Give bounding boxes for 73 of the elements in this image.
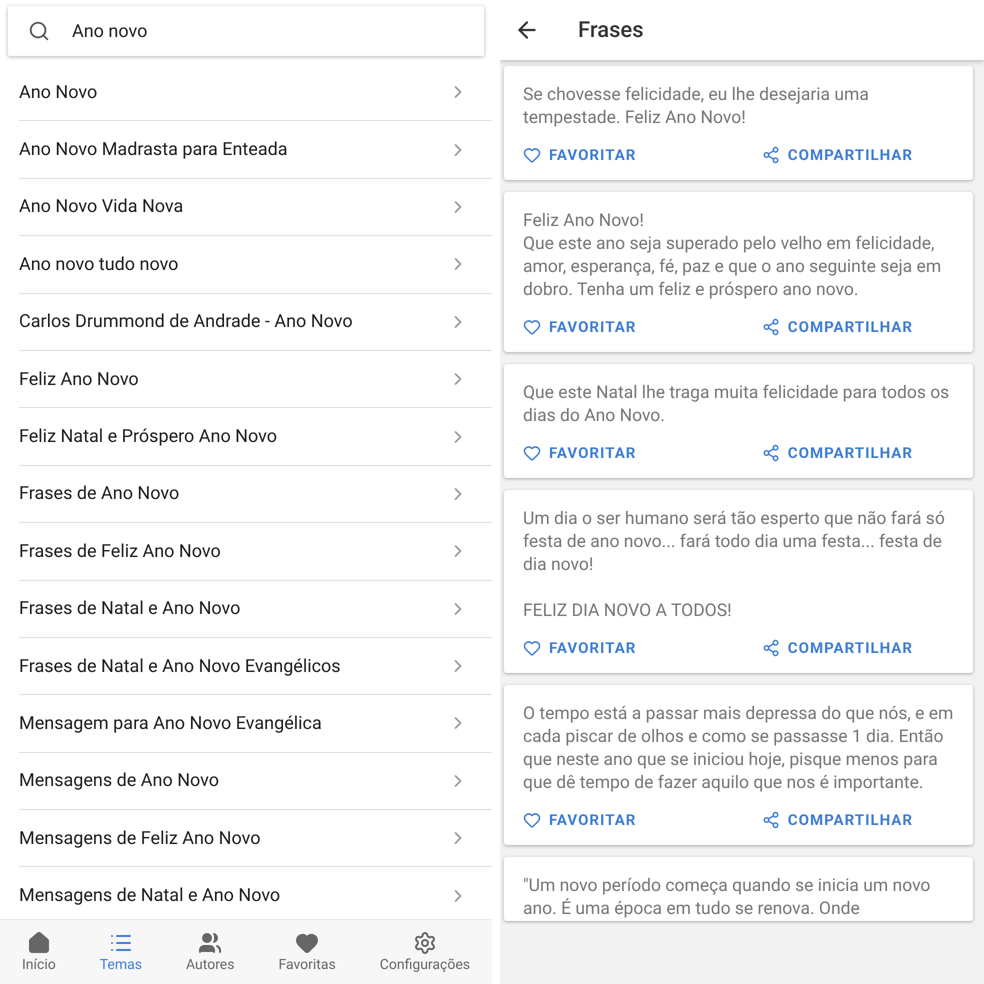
nav-tab[interactable]: Temas	[96, 920, 146, 984]
topic-label: Frases de Ano Novo	[19, 483, 180, 504]
heart-icon	[523, 318, 541, 336]
nav-label: Configurações	[380, 957, 470, 973]
topic-row[interactable]: Feliz Ano Novo	[19, 350, 492, 408]
topic-row[interactable]: Ano Novo Madrasta para Enteada	[19, 121, 492, 179]
topic-label: Mensagens de Feliz Ano Novo	[19, 828, 260, 849]
topic-row[interactable]: Carlos Drummond de Andrade - Ano Novo	[19, 294, 492, 351]
topic-label: Frases de Natal e Ano Novo	[19, 598, 240, 620]
nav-label: Favoritas	[278, 957, 336, 973]
topic-row[interactable]: Mensagem para Ano Novo Evangélica	[19, 695, 492, 753]
favorite-button[interactable]: FAVORITAR	[523, 444, 636, 462]
phrase-text: Um dia o ser humano será tão esperto que não fará só festa de ano novo... fará todo dia uma festa... festa de dia novo! FELIZ DIA NOVO A TODOS!	[523, 508, 946, 623]
topic-row[interactable]: Ano novo tudo novo	[19, 236, 492, 294]
heart-icon	[523, 444, 541, 462]
topic-row[interactable]: Frases de Natal e Ano Novo Evangélicos	[19, 638, 492, 696]
topic-label: Mensagens de Natal e Ano Novo	[19, 885, 280, 906]
share-button[interactable]: COMPARTILHAR	[762, 444, 913, 462]
gear-icon	[412, 931, 437, 955]
topic-label: Ano Novo Madrasta para Enteada	[19, 139, 288, 160]
phrase-text: O tempo está a passar mais depressa do que nós, e em cada piscar de olhos e como se passasse 1 dia. Então que neste ano que se iniciou hoje, pisque menos para que dê tempo de fazer aquilo que nos é importante.	[523, 703, 954, 795]
topic-label: Carlos Drummond de Andrade - Ano Novo	[19, 311, 353, 332]
share-icon	[762, 444, 780, 462]
share-icon	[762, 318, 780, 336]
nav-tab[interactable]: Favoritas	[274, 920, 340, 984]
screen-title: Frases	[578, 18, 644, 42]
share-icon	[762, 146, 780, 164]
phrase-text: Feliz Ano Novo! Que este ano seja superado pelo velho em felicidade, amor, esperança, fé, paz e que o ano seguinte seja em dobro. Tenha um feliz e próspero ano novo.	[523, 210, 942, 302]
topic-label: Frases de Feliz Ano Novo	[19, 540, 221, 562]
nav-label: Autores	[186, 957, 234, 973]
nav-label: Temas	[100, 957, 142, 973]
topic-label: Mensagens de Ano Novo	[19, 770, 220, 792]
share-button[interactable]: COMPARTILHAR	[762, 318, 913, 336]
share-icon	[762, 811, 780, 829]
topic-label: Mensagem para Ano Novo Evangélica	[19, 712, 322, 734]
topic-row[interactable]: Frases de Ano Novo	[19, 466, 492, 524]
share-icon	[762, 639, 780, 657]
topic-label: Ano novo tudo novo	[19, 254, 178, 275]
topic-label: Frases de Natal e Ano Novo Evangélicos	[19, 656, 341, 677]
share-button[interactable]: COMPARTILHAR	[762, 146, 913, 164]
people-icon	[198, 931, 222, 955]
topic-row[interactable]: Ano Novo	[19, 64, 492, 122]
favorite-button[interactable]: FAVORITAR	[523, 811, 636, 829]
favorite-button[interactable]: FAVORITAR	[523, 146, 636, 164]
topic-label: Feliz Ano Novo	[19, 368, 139, 390]
topic-label: Ano Novo	[19, 82, 98, 103]
nav-tab[interactable]: Configurações	[376, 920, 474, 984]
topic-row[interactable]: Mensagens de Ano Novo	[19, 752, 492, 810]
favorite-button[interactable]: FAVORITAR	[523, 318, 636, 336]
topic-row[interactable]: Ano Novo Vida Nova	[19, 178, 492, 236]
share-button[interactable]: COMPARTILHAR	[762, 639, 913, 657]
topic-row[interactable]: Mensagens de Feliz Ano Novo	[19, 810, 492, 868]
topic-label: Feliz Natal e Próspero Ano Novo	[19, 426, 278, 448]
topic-row[interactable]: Feliz Natal e Próspero Ano Novo	[19, 408, 492, 466]
phrase-text: Que este Natal lhe traga muita felicidade para todos os dias do Ano Novo.	[523, 382, 950, 428]
nav-tab[interactable]: Início	[18, 920, 60, 984]
favorite-button[interactable]: FAVORITAR	[523, 639, 636, 657]
heart-icon	[523, 811, 541, 829]
search-value: Ano novo	[72, 20, 148, 42]
nav-label: Início	[22, 957, 56, 973]
search-field[interactable]: Ano novo	[8, 6, 484, 56]
topic-row[interactable]: Frases de Feliz Ano Novo	[19, 523, 492, 581]
home-icon	[26, 931, 51, 955]
topic-label: Ano Novo Vida Nova	[19, 196, 184, 218]
nav-tab[interactable]: Autores	[182, 920, 238, 984]
heart-icon	[523, 639, 541, 657]
heart-icon	[295, 931, 320, 955]
share-button[interactable]: COMPARTILHAR	[762, 811, 913, 829]
phrase-text: Se chovesse felicidade, eu lhe desejaria uma tempestade. Feliz Ano Novo!	[523, 84, 870, 130]
heart-icon	[523, 146, 541, 164]
search-icon	[28, 20, 50, 42]
phrase-text: "Um novo período começa quando se inicia um novo ano. É uma época em tudo se renova. Onde	[523, 875, 932, 921]
topic-row[interactable]: Frases de Natal e Ano Novo	[19, 580, 492, 638]
